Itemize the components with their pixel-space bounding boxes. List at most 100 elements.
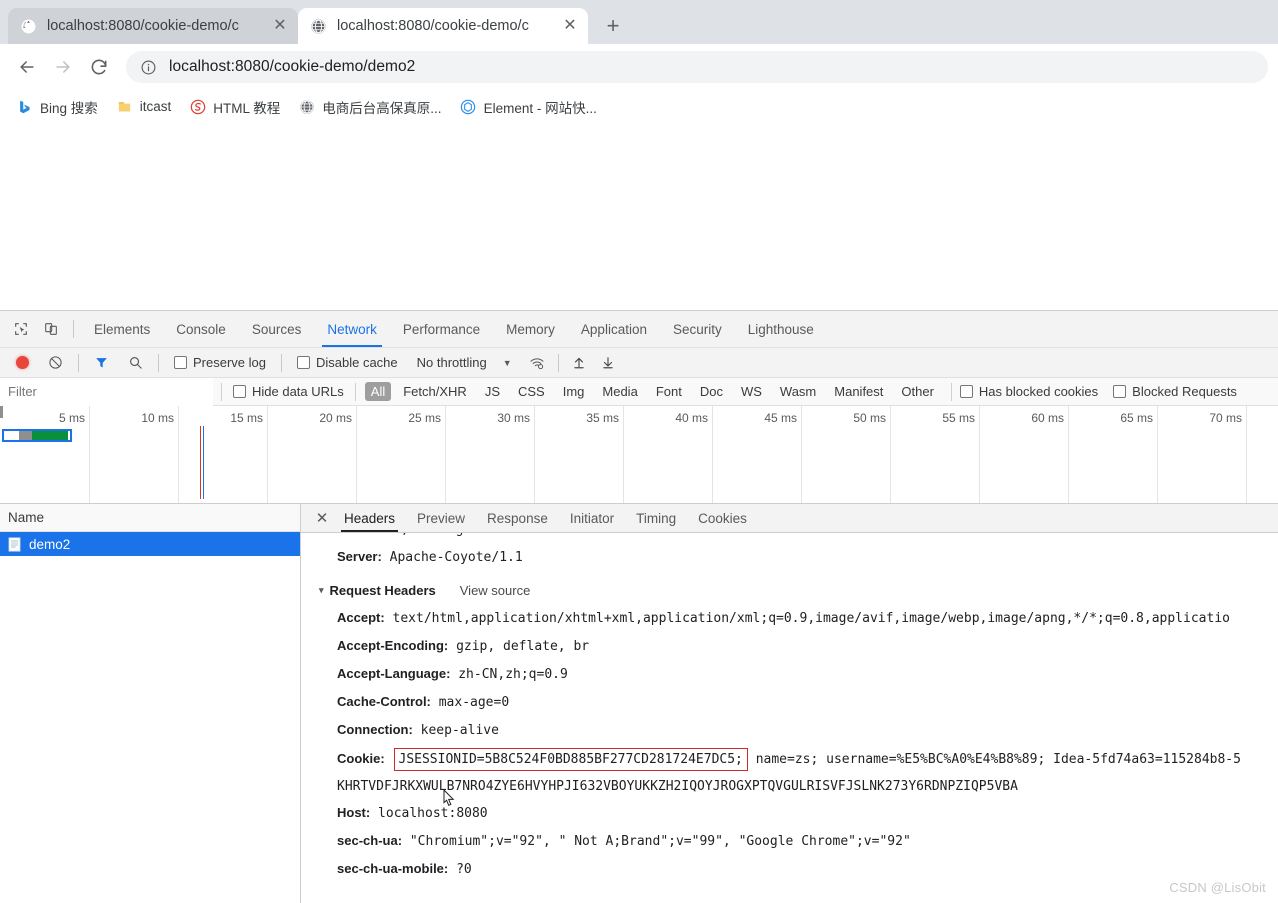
browser-tab-2-title: localhost:8080/cookie-demo/c [337, 18, 529, 34]
tab-initiator[interactable]: Initiator [559, 504, 625, 532]
reload-icon[interactable] [82, 50, 116, 84]
divider [950, 382, 952, 401]
header-value: name=zs; username=%E5%BC%A0%E4%B8%89; Id… [747, 752, 1241, 767]
checkbox-box [296, 356, 310, 369]
view-source-link[interactable]: View source [460, 577, 531, 604]
timeline-ticks: 5 ms 10 ms 15 ms 20 ms 25 ms 30 ms 35 ms 40 ms 4… [0, 406, 1278, 503]
has-blocked-cookies-checkbox[interactable]: Has blocked cookies [959, 379, 1103, 405]
device-toolbar-icon[interactable] [37, 315, 65, 343]
tab-performance[interactable]: Performance [390, 311, 493, 347]
blocked-requests-checkbox[interactable]: Blocked Requests [1103, 379, 1242, 405]
globe-icon [298, 98, 315, 115]
devtools-panel: Elements Console Sources Network Perform… [0, 310, 1278, 903]
close-icon[interactable]: ✕ [270, 16, 290, 36]
bookmark-html-tutorial-label: HTML 教程 [213, 100, 281, 116]
tab-headers[interactable]: Headers [333, 504, 406, 532]
filter-funnel-icon[interactable] [89, 350, 114, 376]
bookmark-ecommerce[interactable]: 电商后台高保真原... [290, 94, 449, 120]
filter-type-css[interactable]: CSS [512, 382, 551, 401]
back-arrow-icon[interactable] [10, 50, 44, 84]
watermark: CSDN @LisObit [1169, 880, 1266, 895]
filter-type-manifest[interactable]: Manifest [828, 382, 889, 401]
record-button-icon[interactable] [8, 350, 34, 376]
bookmark-bing[interactable]: Bing 搜索 [8, 94, 106, 120]
clear-icon[interactable] [34, 350, 68, 376]
disable-cache-checkbox[interactable]: Disable cache [292, 350, 403, 376]
export-har-icon[interactable] [591, 350, 620, 376]
header-value: Apache-Coyote/1.1 [389, 550, 523, 565]
tab-memory[interactable]: Memory [493, 311, 568, 347]
bookmarks-bar: Bing 搜索 itcast HTML 教程 电商后台高保真原... Eleme… [0, 90, 1278, 124]
tab-cookies[interactable]: Cookies [687, 504, 758, 532]
network-split-view: Name demo2 ✕ Headers Preview Response In… [0, 504, 1278, 903]
throttling-select[interactable]: No throttling ▼ [403, 350, 517, 376]
header-row-date: Date: Tue, 17 Aug 2021 11:52:21 GMT [319, 533, 1278, 543]
close-icon[interactable]: ✕ [560, 16, 580, 36]
filter-type-media[interactable]: Media [596, 382, 643, 401]
header-value: "Chromium";v="92", " Not A;Brand";v="99"… [409, 834, 911, 849]
request-list-column-header[interactable]: Name [0, 504, 300, 532]
page-viewport [0, 124, 1278, 310]
bookmark-itcast[interactable]: itcast [108, 95, 180, 118]
tab-timing[interactable]: Timing [625, 504, 687, 532]
tab-elements[interactable]: Elements [81, 311, 163, 347]
globe-icon [20, 18, 37, 35]
filter-type-font[interactable]: Font [650, 382, 688, 401]
header-key: Accept-Language: [337, 666, 451, 681]
timeline-tick: 5 ms [59, 406, 90, 503]
tab-console[interactable]: Console [163, 311, 239, 347]
browser-tab-1[interactable]: localhost:8080/cookie-demo/c ✕ [8, 8, 298, 44]
preserve-log-checkbox[interactable]: Preserve log [169, 350, 271, 376]
wifi-settings-icon[interactable] [517, 350, 550, 376]
hide-data-urls-checkbox[interactable]: Hide data URLs [230, 379, 349, 405]
header-row-sec-ch-ua-mobile: sec-ch-ua-mobile: ?0 [319, 855, 1278, 883]
timeline-tick-label: 15 ms [230, 411, 263, 425]
filter-input[interactable] [0, 377, 213, 406]
filter-type-all[interactable]: All [364, 382, 392, 401]
bookmark-html-tutorial[interactable]: HTML 教程 [181, 94, 288, 120]
header-row-cache-control: Cache-Control: max-age=0 [319, 688, 1278, 716]
filter-type-img[interactable]: Img [557, 382, 591, 401]
info-circle-icon[interactable] [140, 59, 157, 76]
network-overview-timeline[interactable]: 5 ms 10 ms 15 ms 20 ms 25 ms 30 ms 35 ms 40 ms 4… [0, 406, 1278, 504]
table-row[interactable]: demo2 [0, 532, 300, 556]
timeline-tick-label: 60 ms [1031, 411, 1064, 425]
inspect-element-icon[interactable] [7, 315, 35, 343]
headers-content[interactable]: Date: Tue, 17 Aug 2021 11:52:21 GMT Serv… [301, 533, 1278, 903]
browser-tab-2[interactable]: localhost:8080/cookie-demo/c ✕ [298, 8, 588, 44]
tab-application[interactable]: Application [568, 311, 660, 347]
tab-lighthouse[interactable]: Lighthouse [735, 311, 827, 347]
header-value: keep-alive [420, 723, 499, 738]
filter-type-other[interactable]: Other [895, 382, 940, 401]
new-tab-button[interactable]: + [596, 9, 630, 43]
request-headers-section-title[interactable]: ▾ Request Headers View source [319, 577, 1278, 604]
filter-type-js[interactable]: JS [479, 382, 506, 401]
tab-preview[interactable]: Preview [406, 504, 476, 532]
bookmark-element[interactable]: Element - 网站快... [452, 94, 605, 120]
headers-scroll-area: Date: Tue, 17 Aug 2021 11:52:21 GMT Serv… [301, 533, 1278, 883]
forward-arrow-icon[interactable] [46, 50, 80, 84]
tab-response[interactable]: Response [476, 504, 559, 532]
timeline-tick: 60 ms [1031, 406, 1069, 503]
chevron-down-icon: ▼ [502, 357, 512, 368]
search-icon[interactable] [114, 350, 148, 376]
import-har-icon[interactable] [567, 350, 591, 376]
filter-type-doc[interactable]: Doc [694, 382, 729, 401]
header-row-connection: Connection: keep-alive [319, 716, 1278, 744]
header-value: ?0 [456, 862, 472, 877]
filter-type-fetch-xhr[interactable]: Fetch/XHR [397, 382, 473, 401]
load-event-marker [203, 426, 204, 499]
filter-type-wasm[interactable]: Wasm [774, 382, 822, 401]
close-icon[interactable]: ✕ [311, 507, 333, 529]
bing-icon [16, 98, 33, 115]
tab-security[interactable]: Security [660, 311, 735, 347]
address-bar[interactable]: localhost:8080/cookie-demo/demo2 [126, 51, 1268, 83]
tab-sources[interactable]: Sources [239, 311, 315, 347]
header-key: Date: [337, 533, 370, 536]
filter-type-ws[interactable]: WS [735, 382, 768, 401]
tab-network[interactable]: Network [314, 311, 390, 347]
timeline-tick: 45 ms [764, 406, 802, 503]
chevron-down-icon[interactable]: ▾ [319, 577, 324, 604]
hide-data-urls-label: Hide data URLs [252, 384, 344, 399]
timeline-tick-label: 55 ms [942, 411, 975, 425]
